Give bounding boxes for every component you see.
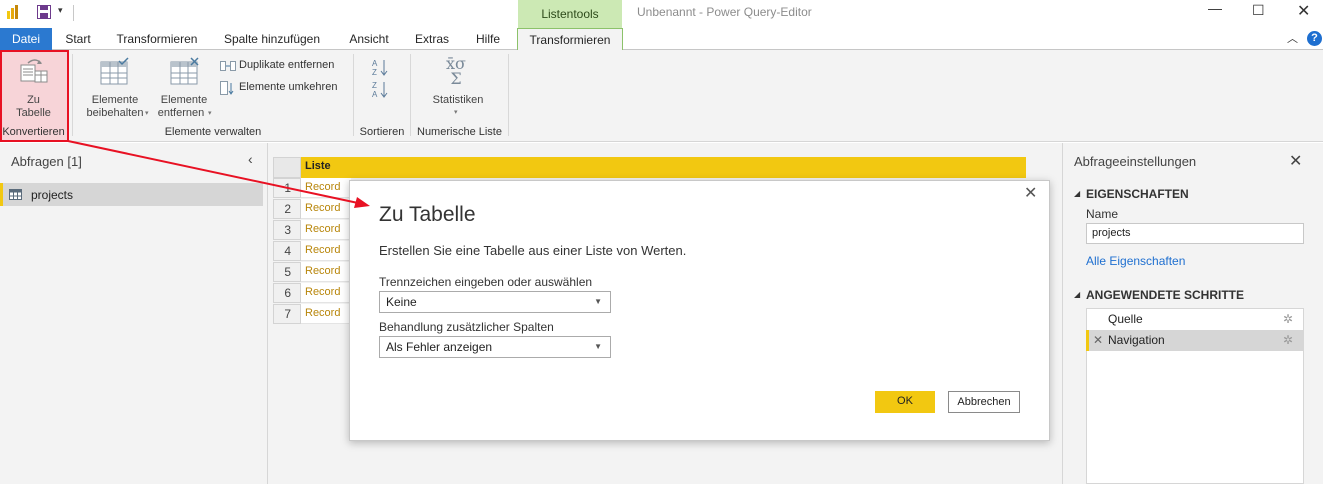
annotation-arrow (67, 140, 370, 208)
